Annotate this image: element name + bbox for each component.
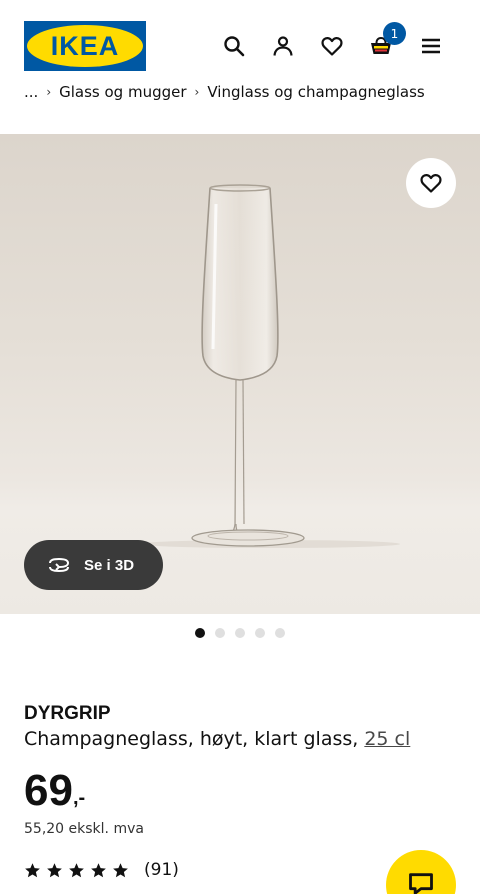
chat-icon [409,873,433,894]
header: IKEA 1 [0,0,480,78]
favourites-icon[interactable] [317,30,347,62]
star-icon [25,862,40,877]
star-icon [47,862,62,877]
chevron-right-icon: › [46,85,52,99]
rating[interactable]: (91) [24,860,179,880]
price-suffix: ,- [72,787,86,809]
chat-button[interactable] [386,850,456,894]
rating-count: (91) [144,860,179,880]
menu-icon[interactable] [416,30,446,62]
pagination-dot[interactable] [195,628,205,638]
star-icon [113,862,128,877]
breadcrumb: ... › Glass og mugger › Vinglass og cham… [24,84,425,104]
ikea-logo[interactable]: IKEA [24,21,146,71]
view-in-3d-label: Se i 3D [84,556,135,574]
product-description: Champagneglass, høyt, klart glass, 25 cl [24,728,410,750]
account-icon[interactable] [268,30,298,62]
pagination-dot[interactable] [235,628,245,638]
price-ex-vat: 55,20 ekskl. mva [24,821,144,837]
pagination-dot[interactable] [215,628,225,638]
price: 69 ,- [24,765,85,817]
product-name: DYRGRIP [24,703,111,724]
view-in-3d-button[interactable]: Se i 3D [24,540,163,590]
heart-icon [420,174,442,193]
image-pagination [195,628,285,638]
pagination-dot[interactable] [275,628,285,638]
product-image[interactable]: Se i 3D [0,134,480,614]
chevron-right-icon: › [194,85,200,99]
svg-text:IKEA: IKEA [51,31,120,61]
price-main: 69 [24,766,73,815]
pagination-dot[interactable] [255,628,265,638]
star-icon [91,862,106,877]
product-size-link[interactable]: 25 cl [364,728,410,750]
breadcrumb-item-vinglass[interactable]: Vinglass og champagneglass [207,84,424,101]
cart-count-badge: 1 [383,22,406,45]
breadcrumb-ellipsis[interactable]: ... [24,84,38,101]
product-description-text: Champagneglass, høyt, klart glass, [24,728,365,750]
rotate-3d-icon [49,557,70,573]
star-icon [69,862,84,877]
add-to-favourites-button[interactable] [406,158,456,208]
breadcrumb-item-glass-og-mugger[interactable]: Glass og mugger [59,84,186,101]
search-icon[interactable] [219,30,249,62]
